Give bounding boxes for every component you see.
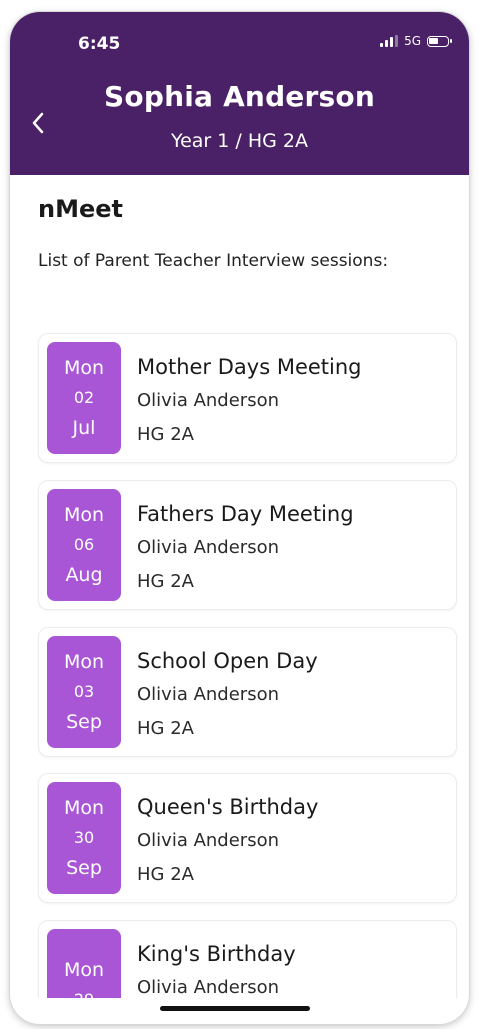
date-month: Jul — [72, 417, 96, 439]
session-info: Queen's Birthday Olivia Anderson HG 2A — [137, 790, 318, 892]
session-group: HG 2A — [137, 718, 194, 739]
session-name: Mother Days Meeting — [137, 355, 362, 379]
date-day: 29 — [74, 985, 94, 998]
session-teacher: Olivia Anderson — [137, 390, 279, 411]
date-badge: Mon 02 Jul — [47, 342, 121, 454]
session-name: Fathers Day Meeting — [137, 502, 354, 526]
session-card[interactable]: Mon 06 Aug Fathers Day Meeting Olivia An… — [38, 480, 457, 610]
session-name: School Open Day — [137, 649, 318, 673]
date-badge: Mon 03 Sep — [47, 636, 121, 748]
section-description: List of Parent Teacher Interview session… — [38, 251, 389, 271]
status-time: 6:45 — [78, 34, 121, 54]
date-month: Sep — [66, 857, 102, 879]
date-weekday: Mon — [63, 651, 105, 673]
session-teacher: Olivia Anderson — [137, 977, 279, 998]
date-weekday: Mon — [63, 357, 105, 379]
session-teacher: Olivia Anderson — [137, 830, 279, 851]
session-group: HG 2A — [137, 571, 194, 592]
battery-icon — [427, 35, 452, 47]
page-title: Sophia Anderson — [104, 80, 375, 113]
date-badge: Mon 30 Sep — [47, 782, 121, 894]
date-badge: Mon 29 — [47, 929, 121, 998]
session-card[interactable]: Mon 03 Sep School Open Day Olivia Anders… — [38, 627, 457, 757]
session-teacher: Olivia Anderson — [137, 684, 279, 705]
signal-icon — [380, 35, 399, 47]
home-indicator[interactable] — [160, 1006, 310, 1011]
session-group: HG 2A — [137, 864, 194, 885]
session-card[interactable]: Mon 29 King's Birthday Olivia Anderson — [38, 920, 457, 998]
date-day: 03 — [73, 682, 95, 701]
session-name: King's Birthday — [137, 942, 296, 966]
date-month: Sep — [66, 711, 102, 733]
date-day: 30 — [73, 828, 95, 847]
app-header: 6:45 5G Sophia Anderson Year 1 / HG 2A — [10, 12, 469, 175]
phone-frame: 6:45 5G Sophia Anderson Year 1 / HG 2A n… — [10, 12, 469, 1024]
session-card[interactable]: Mon 02 Jul Mother Days Meeting Olivia An… — [38, 333, 457, 463]
session-name: Queen's Birthday — [137, 795, 319, 819]
date-weekday: Mon — [63, 504, 105, 526]
session-info: Mother Days Meeting Olivia Anderson HG 2… — [137, 350, 362, 452]
date-weekday: Mon — [63, 959, 105, 981]
date-day: 02 — [73, 388, 95, 407]
date-day: 06 — [73, 535, 95, 554]
session-teacher: Olivia Anderson — [137, 537, 279, 558]
status-indicators: 5G — [380, 34, 452, 48]
session-card[interactable]: Mon 30 Sep Queen's Birthday Olivia Ander… — [38, 773, 457, 903]
date-month: Aug — [65, 564, 103, 586]
session-info: Fathers Day Meeting Olivia Anderson HG 2… — [137, 497, 354, 599]
main-content[interactable]: nMeet List of Parent Teacher Interview s… — [10, 175, 469, 998]
session-info: King's Birthday Olivia Anderson — [137, 937, 296, 998]
network-label: 5G — [404, 34, 421, 48]
page-subtitle: Year 1 / HG 2A — [171, 130, 308, 152]
date-weekday: Mon — [63, 797, 105, 819]
session-group: HG 2A — [137, 424, 194, 445]
session-info: School Open Day Olivia Anderson HG 2A — [137, 644, 318, 746]
date-badge: Mon 06 Aug — [47, 489, 121, 601]
section-title: nMeet — [38, 195, 123, 223]
